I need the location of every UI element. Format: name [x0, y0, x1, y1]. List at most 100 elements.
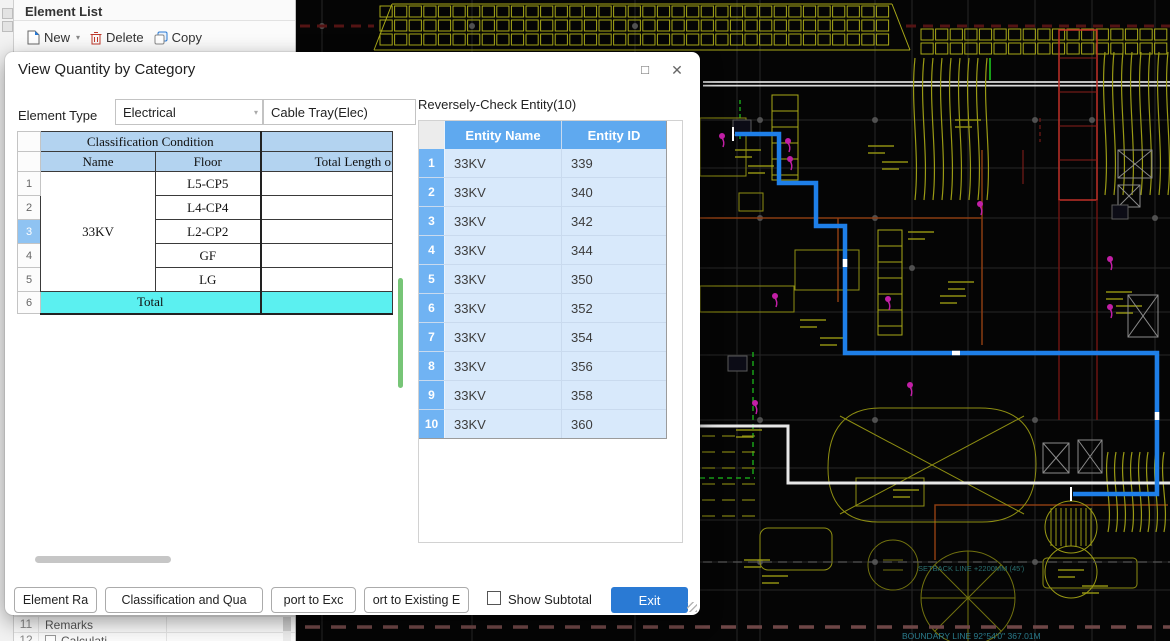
element-type-select[interactable]: Electrical ▾	[115, 99, 263, 125]
entity-row[interactable]: 433KV344	[419, 235, 666, 264]
entity-name-cell: 33KV	[444, 294, 561, 322]
entity-row-number: 1	[419, 149, 444, 177]
classification-row[interactable]: 133KVL5-CP5	[18, 172, 393, 196]
exit-button[interactable]: Exit	[611, 587, 688, 613]
maximize-button[interactable]: □	[634, 59, 656, 81]
export-to-excel-button[interactable]: port to Exc	[271, 587, 356, 613]
entity-id-cell: 356	[561, 352, 666, 380]
entity-id-cell: 339	[561, 149, 666, 177]
entity-row[interactable]: 733KV354	[419, 322, 666, 351]
row-number: 12	[14, 633, 39, 641]
entity-row[interactable]: 833KV356	[419, 351, 666, 380]
floor-cell[interactable]: L4-CP4	[156, 196, 261, 220]
entity-name-cell: 33KV	[444, 265, 561, 293]
panel-scrollbar[interactable]	[283, 617, 291, 641]
total-row[interactable]: 6 Total	[18, 292, 393, 314]
entity-name-cell: 33KV	[444, 410, 561, 438]
row-number-cell[interactable]: 1	[18, 172, 41, 196]
entity-id-cell: 354	[561, 323, 666, 351]
close-icon[interactable]: ✕	[666, 59, 688, 81]
entity-row[interactable]: 533KV350	[419, 264, 666, 293]
checkbox[interactable]	[45, 635, 56, 641]
dialog-title: View Quantity by Category	[18, 61, 195, 78]
element-range-button[interactable]: Element Ra	[14, 587, 97, 613]
group-header-cell	[261, 132, 393, 152]
row-number-cell[interactable]: 4	[18, 244, 41, 268]
classification-quantity-button[interactable]: Classification and Qua	[105, 587, 263, 613]
entity-row-number: 7	[419, 323, 444, 351]
show-subtotal-checkbox[interactable]	[487, 591, 501, 605]
value-cell[interactable]	[261, 172, 393, 196]
classification-table: Classification Condition Name Floor Tota…	[17, 131, 393, 315]
entity-name-cell: 33KV	[444, 149, 561, 177]
column-header: Floor	[156, 152, 261, 172]
value-cell[interactable]	[261, 268, 393, 292]
copy-label: Copy	[172, 30, 202, 45]
name-cell[interactable]: 33KV	[41, 172, 156, 292]
row-number-cell[interactable]: 2	[18, 196, 41, 220]
entity-row[interactable]: 933KV358	[419, 380, 666, 409]
entity-id-cell: 342	[561, 207, 666, 235]
entity-table: Entity Name Entity ID 133KV339233KV34033…	[419, 121, 667, 439]
element-list-partial-rows: 11 Remarks 12 Calculati	[14, 616, 295, 641]
value-cell[interactable]	[261, 220, 393, 244]
element-list-title: Element List	[14, 0, 295, 21]
entity-name-cell: 33KV	[444, 178, 561, 206]
row-number-cell[interactable]: 5	[18, 268, 41, 292]
copy-button[interactable]: Copy	[149, 28, 207, 47]
entity-row[interactable]: 133KV339	[419, 149, 666, 177]
corner-cell	[18, 152, 41, 172]
entity-name-cell: 33KV	[444, 236, 561, 264]
strip-tab-icon[interactable]	[2, 21, 13, 32]
new-label: New	[44, 30, 70, 45]
row-number-cell[interactable]: 3	[18, 220, 41, 244]
new-page-icon	[27, 30, 40, 45]
floor-cell[interactable]: LG	[156, 268, 261, 292]
dialog-titlebar[interactable]: View Quantity by Category □ ✕	[5, 52, 700, 86]
floor-cell[interactable]: GF	[156, 244, 261, 268]
value-cell[interactable]	[261, 244, 393, 268]
entity-row-number: 9	[419, 381, 444, 409]
entity-id-cell: 350	[561, 265, 666, 293]
copy-icon	[154, 31, 168, 45]
entity-row-number: 8	[419, 352, 444, 380]
chevron-down-icon[interactable]: ▾	[76, 33, 80, 42]
entity-row-number: 4	[419, 236, 444, 264]
boundary-label: BOUNDARY LINE 92°54'0" 367.01M	[902, 631, 1041, 641]
list-item[interactable]: 11 Remarks	[14, 616, 295, 632]
new-button[interactable]: New ▾	[22, 28, 85, 47]
setback-label: SETBACK LINE +2200MM (45')	[918, 564, 1025, 573]
entity-id-cell: 340	[561, 178, 666, 206]
element-type-label: Element Type	[18, 108, 97, 123]
strip-tab-icon[interactable]	[2, 8, 13, 19]
resize-grip[interactable]	[687, 602, 697, 612]
row-number-cell[interactable]: 6	[18, 292, 41, 314]
entity-name-cell: 33KV	[444, 352, 561, 380]
horizontal-scrollbar-thumb[interactable]	[35, 556, 171, 563]
green-scroll-indicator[interactable]	[398, 278, 403, 388]
entity-row[interactable]: 333KV342	[419, 206, 666, 235]
entity-name-cell: 33KV	[444, 323, 561, 351]
column-header: Entity ID	[561, 121, 666, 149]
export-to-existing-excel-button[interactable]: ort to Existing E	[364, 587, 469, 613]
entity-row[interactable]: 1033KV360	[419, 409, 666, 438]
total-value-cell	[261, 292, 393, 314]
entity-id-cell: 358	[561, 381, 666, 409]
entity-row[interactable]: 233KV340	[419, 177, 666, 206]
element-category-select[interactable]: Cable Tray(Elec)	[263, 99, 416, 125]
delete-label: Delete	[106, 30, 144, 45]
value-cell[interactable]	[261, 196, 393, 220]
entity-row[interactable]: 633KV352	[419, 293, 666, 322]
floor-cell[interactable]: L2-CP2	[156, 220, 261, 244]
entity-row-number: 3	[419, 207, 444, 235]
corner-cell	[419, 121, 444, 149]
list-item[interactable]: 12 Calculati	[14, 632, 295, 641]
row-number: 11	[14, 617, 39, 632]
trash-icon	[90, 31, 102, 45]
entity-panel-title: Reversely-Check Entity(10)	[418, 97, 576, 112]
chevron-down-icon: ▾	[254, 108, 262, 117]
entity-id-cell: 360	[561, 410, 666, 438]
delete-button[interactable]: Delete	[85, 28, 149, 47]
entity-table-header: Entity Name Entity ID	[419, 121, 666, 149]
floor-cell[interactable]: L5-CP5	[156, 172, 261, 196]
